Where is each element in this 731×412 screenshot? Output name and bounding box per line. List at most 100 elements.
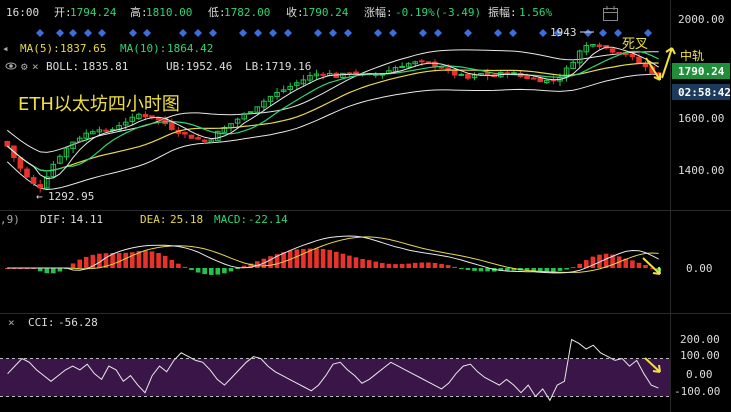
candle-body <box>511 72 517 75</box>
macd-params: ,9) <box>0 213 20 226</box>
signal-diamond <box>389 29 397 37</box>
cci-close-icon[interactable]: × <box>8 316 15 329</box>
ma10-value: 1864.42 <box>167 42 213 55</box>
close-icon[interactable]: × <box>32 60 39 73</box>
candle-body <box>425 61 432 64</box>
macd-bar <box>57 268 63 272</box>
header-close-value: 1790.24 <box>302 6 349 19</box>
lb-label: LB: <box>245 60 265 73</box>
header-time: 16:00 <box>6 6 39 19</box>
candle-body <box>609 48 616 53</box>
macd-bar <box>327 249 332 268</box>
macd-bar <box>77 259 82 268</box>
cci-band <box>0 358 670 397</box>
candle-body <box>320 73 326 76</box>
signal-diamond <box>599 29 607 37</box>
header-amplitude-label: 振幅: <box>488 5 517 19</box>
signal-diamond <box>69 29 77 37</box>
calendar-icon[interactable] <box>603 6 618 21</box>
candle-body <box>103 129 109 132</box>
boll-label: BOLL: <box>46 60 79 73</box>
ma10-label: MA(10): <box>120 42 166 55</box>
dif-label: DIF: <box>40 213 67 226</box>
macd-zero-tick: 0.00 <box>686 262 713 275</box>
ma5-label: MA(5): <box>20 42 60 55</box>
candle-body <box>504 72 511 75</box>
macd-bar <box>176 263 181 268</box>
macd-bar <box>373 261 379 268</box>
candle-body <box>353 71 359 75</box>
macd-bar <box>301 248 306 268</box>
candle-body <box>629 53 636 58</box>
boll-lower-band <box>6 73 659 191</box>
mid-rail-annotation: 中轨 <box>680 48 704 63</box>
macd-bar <box>70 263 76 268</box>
candle-body <box>524 75 530 80</box>
signal-diamond <box>36 29 44 37</box>
dead-cross-annotation: 死叉 <box>622 37 648 52</box>
header-high-label: 高: <box>130 5 148 19</box>
macd-bar <box>123 252 128 268</box>
candle-body <box>24 168 30 178</box>
eye-icon[interactable] <box>5 62 17 70</box>
macd-bar <box>472 268 477 271</box>
dea-value: 25.18 <box>170 213 203 226</box>
signal-diamond <box>539 29 547 37</box>
cci-overbought-oversold-band <box>0 358 670 397</box>
candle-body <box>616 52 623 54</box>
ub-value: 1952.46 <box>186 60 232 73</box>
macd-bar <box>406 263 411 268</box>
boll-value: 1835.81 <box>82 60 128 73</box>
macd-bar <box>386 263 392 268</box>
header-change-label: 涨幅: <box>364 6 393 19</box>
candle-body <box>458 73 465 76</box>
macd-bar <box>452 266 457 268</box>
signal-diamond <box>314 29 322 37</box>
macd-bar <box>340 253 346 268</box>
macd-bar <box>353 257 359 268</box>
macd-bar <box>426 262 431 268</box>
ub-label: UB: <box>166 60 186 73</box>
price-tick: 2000.00 <box>678 13 724 26</box>
candle-body <box>155 117 162 121</box>
gear-icon[interactable]: ⚙ <box>21 60 28 73</box>
macd-bar <box>162 255 168 268</box>
signal-diamond <box>419 29 427 37</box>
candle-body <box>530 77 537 80</box>
header-high-value: 1810.00 <box>146 6 192 19</box>
macd-bar <box>149 251 155 268</box>
dif-value: 14.11 <box>70 213 103 226</box>
header-open-value: 1794.24 <box>70 6 117 19</box>
low-marker: 1292.95 <box>48 190 94 203</box>
macd-bar <box>465 268 471 270</box>
cci-label: CCI: <box>28 316 55 329</box>
cci-tick: -100.00 <box>674 385 720 398</box>
candle-body <box>537 77 544 83</box>
macd-bar <box>334 251 339 268</box>
macd-bar <box>432 263 438 268</box>
macd-bar <box>445 265 451 268</box>
macd-bar <box>222 268 227 274</box>
macd-bar <box>478 268 484 272</box>
macd-bar <box>564 268 569 270</box>
macd-bar <box>156 253 161 268</box>
candle-body <box>188 134 195 139</box>
cci-tick: 100.00 <box>680 349 720 362</box>
candle-body <box>346 72 353 75</box>
macd-bar <box>459 268 464 269</box>
macd-bar <box>636 262 642 268</box>
current-price-tag: 1790.24 <box>678 65 725 78</box>
macd-bar <box>228 268 234 272</box>
macd-bar <box>419 262 425 268</box>
macd-bar <box>281 252 286 268</box>
price-tick: 1400.00 <box>678 164 724 177</box>
macd-bar <box>195 268 201 273</box>
macd-bar <box>393 264 398 268</box>
price-tick: 1600.00 <box>678 112 724 125</box>
lb-value: 1719.16 <box>265 60 311 73</box>
candle-body <box>636 56 642 64</box>
macd-bar <box>399 264 405 268</box>
eth-4h-kline-chart: 16:00 开: 1794.24 高: 1810.00 低: 1782.00 收… <box>0 0 731 412</box>
signal-diamond <box>284 29 292 37</box>
signal-diamond <box>374 29 382 37</box>
